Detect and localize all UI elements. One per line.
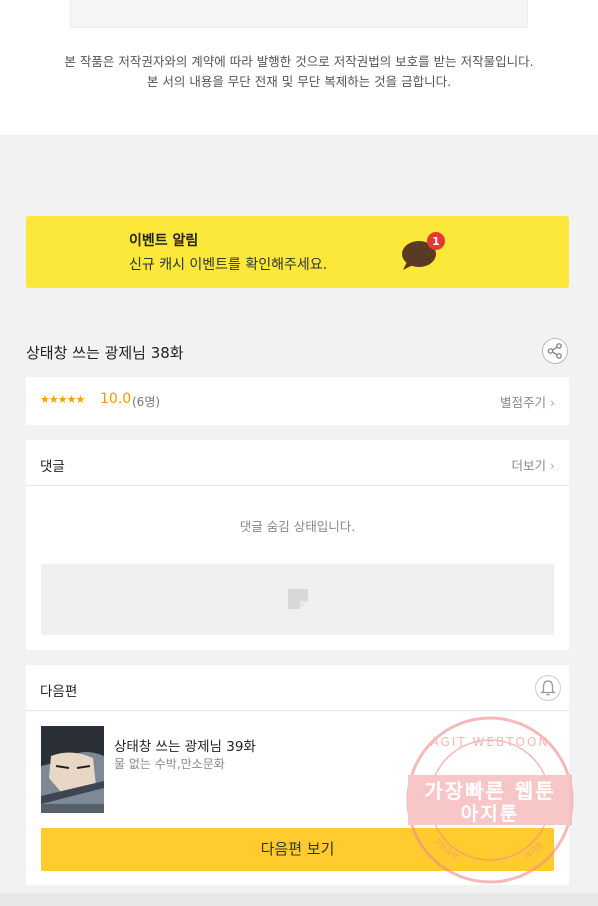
comments-hidden-message: 댓글 숨김 상태입니다. — [239, 519, 356, 534]
rating-count: (6명) — [132, 395, 161, 409]
rate-link-label: 별점주기 — [500, 395, 547, 410]
event-subtitle: 신규 캐시 이벤트를 확인해주세요. — [129, 257, 328, 273]
image-placeholder-icon — [288, 589, 308, 609]
rating-stars: ★★★★★ — [40, 393, 85, 406]
top-cutoff-box[interactable] — [70, 0, 528, 28]
next-header: 다음편 — [26, 665, 569, 711]
event-badge: 1 — [432, 235, 440, 248]
comments-title: 댓글 — [40, 459, 65, 475]
event-title: 이벤트 알림 — [129, 233, 199, 249]
stamp-line-2: 아지툰 — [460, 803, 520, 825]
comments-header: 댓글 더보기 › — [26, 440, 569, 486]
comments-more-label: 더보기 — [511, 458, 547, 473]
copyright-line-1: 본 작품은 저작권자와의 계약에 따라 발행한 것으로 저작권법의 보호를 받는… — [64, 54, 534, 69]
next-episode-authors: 물 없는 수박,만소문화 — [114, 757, 225, 771]
watermark-stamp: AGIT WEBTOON 가장빠른 웹툰 아지툰 그림검색 아지툰 — [405, 715, 575, 885]
chevron-right-icon: › — [550, 458, 555, 473]
share-button[interactable] — [542, 338, 568, 364]
next-episode-title[interactable]: 상태창 쓰는 광제님 39화 — [114, 735, 256, 755]
copyright-section: 본 작품은 저작권자와의 계약에 따라 발행한 것으로 저작권법의 보호를 받는… — [0, 0, 598, 135]
event-banner[interactable]: 이벤트 알림 신규 캐시 이벤트를 확인해주세요. 1 — [26, 216, 569, 288]
bell-icon — [540, 680, 556, 696]
next-episode-thumbnail[interactable] — [41, 726, 104, 813]
share-icon — [547, 343, 562, 359]
rating-score: 10.0 — [100, 391, 132, 407]
copyright-line-2: 본 서의 내용을 무단 전재 및 무단 복제하는 것을 금합니다. — [146, 74, 452, 89]
comments-more-link[interactable]: 더보기 › — [512, 455, 556, 474]
bottom-divider — [0, 893, 598, 906]
ad-placeholder[interactable] — [41, 564, 554, 635]
rate-link[interactable]: 별점주기 › — [500, 392, 555, 411]
next-title: 다음편 — [40, 684, 78, 700]
rating-card: ★★★★★ 10.0 (6명) 별점주기 › — [26, 377, 569, 425]
comments-card: 댓글 더보기 › 댓글 숨김 상태입니다. — [26, 440, 569, 650]
notify-button[interactable] — [535, 675, 561, 701]
chat-bubble-icon: 1 — [402, 232, 445, 270]
stamp-top-text: AGIT WEBTOON — [430, 735, 550, 749]
episode-title: 상태창 쓰는 광제님 38화 — [26, 344, 184, 362]
chevron-right-icon: › — [550, 395, 555, 410]
copyright-notice: 본 작품은 저작권자와의 계약에 따라 발행한 것으로 저작권법의 보호를 받는… — [0, 52, 598, 92]
